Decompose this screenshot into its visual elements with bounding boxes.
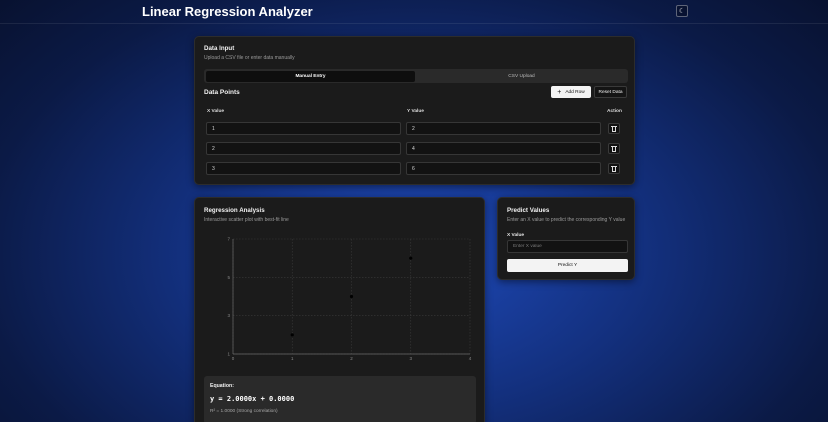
y-tick-label: 3 — [227, 313, 230, 318]
tab-manual-entry[interactable]: Manual Entry — [206, 70, 415, 82]
moon-icon: ☾ — [678, 8, 686, 15]
column-header-x: X Value — [207, 109, 225, 114]
equation-value: y = 2.0000x + 0.0000 — [210, 395, 295, 403]
x-tick-label: 0 — [232, 356, 235, 361]
x-value-input[interactable]: 3 — [206, 162, 401, 175]
equation-box: Equation: y = 2.0000x + 0.0000 R² = 1.00… — [204, 376, 476, 422]
data-input-subtitle: Upload a CSV file or enter data manually — [204, 55, 295, 61]
input-mode-tabs: Manual Entry CSV Upload — [204, 69, 628, 83]
top-bar: Linear Regression Analyzer ☾ — [0, 0, 828, 24]
data-input-card: Data Input Upload a CSV file or enter da… — [194, 36, 635, 185]
reset-data-button[interactable]: Reset Data — [594, 86, 627, 98]
regression-analysis-card: Regression Analysis Interactive scatter … — [194, 197, 485, 422]
x-tick-label: 1 — [291, 356, 294, 361]
delete-row-button[interactable] — [608, 143, 620, 154]
y-tick-label: 1 — [227, 352, 230, 357]
predict-x-input[interactable] — [507, 240, 628, 253]
tab-csv-upload[interactable]: CSV Upload — [417, 71, 626, 82]
y-value-input[interactable]: 2 — [406, 122, 601, 135]
equation-label: Equation: — [210, 383, 234, 389]
trash-icon — [611, 165, 617, 172]
x-tick-label: 3 — [409, 356, 412, 361]
y-value-input[interactable]: 4 — [406, 142, 601, 155]
app-title: Linear Regression Analyzer — [142, 4, 313, 19]
predict-subtitle: Enter an X value to predict the correspo… — [507, 217, 626, 223]
data-point — [409, 256, 413, 260]
y-tick-label: 5 — [227, 275, 230, 280]
y-value-input[interactable]: 6 — [406, 162, 601, 175]
x-value-input[interactable]: 2 — [206, 142, 401, 155]
predict-values-card: Predict Values Enter an X value to predi… — [497, 197, 635, 280]
add-row-label: Add Row — [565, 89, 585, 95]
delete-row-button[interactable] — [608, 123, 620, 134]
predict-title: Predict Values — [507, 207, 550, 214]
x-tick-label: 4 — [469, 356, 472, 361]
trash-icon — [611, 125, 617, 132]
plus-icon: + — [557, 88, 562, 96]
x-tick-label: 2 — [350, 356, 353, 361]
x-value-input[interactable]: 1 — [206, 122, 401, 135]
column-header-action: Action — [607, 109, 622, 114]
delete-row-button[interactable] — [608, 163, 620, 174]
data-point — [349, 294, 354, 299]
r-squared-text: R² = 1.0000 (Strong correlation) — [210, 409, 278, 414]
predict-y-button[interactable]: Predict Y — [507, 259, 628, 272]
scatter-chart[interactable]: 0 1 2 3 41357 — [195, 198, 486, 373]
data-points-title: Data Points — [204, 89, 240, 96]
column-header-y: Y Value — [407, 109, 424, 114]
y-tick-label: 7 — [227, 237, 230, 242]
predict-x-label: X Value — [507, 233, 525, 238]
data-point — [290, 333, 294, 337]
trash-icon — [611, 145, 617, 152]
data-input-title: Data Input — [204, 45, 235, 52]
add-row-button[interactable]: + Add Row — [551, 86, 591, 98]
theme-toggle-button[interactable]: ☾ — [676, 5, 688, 17]
